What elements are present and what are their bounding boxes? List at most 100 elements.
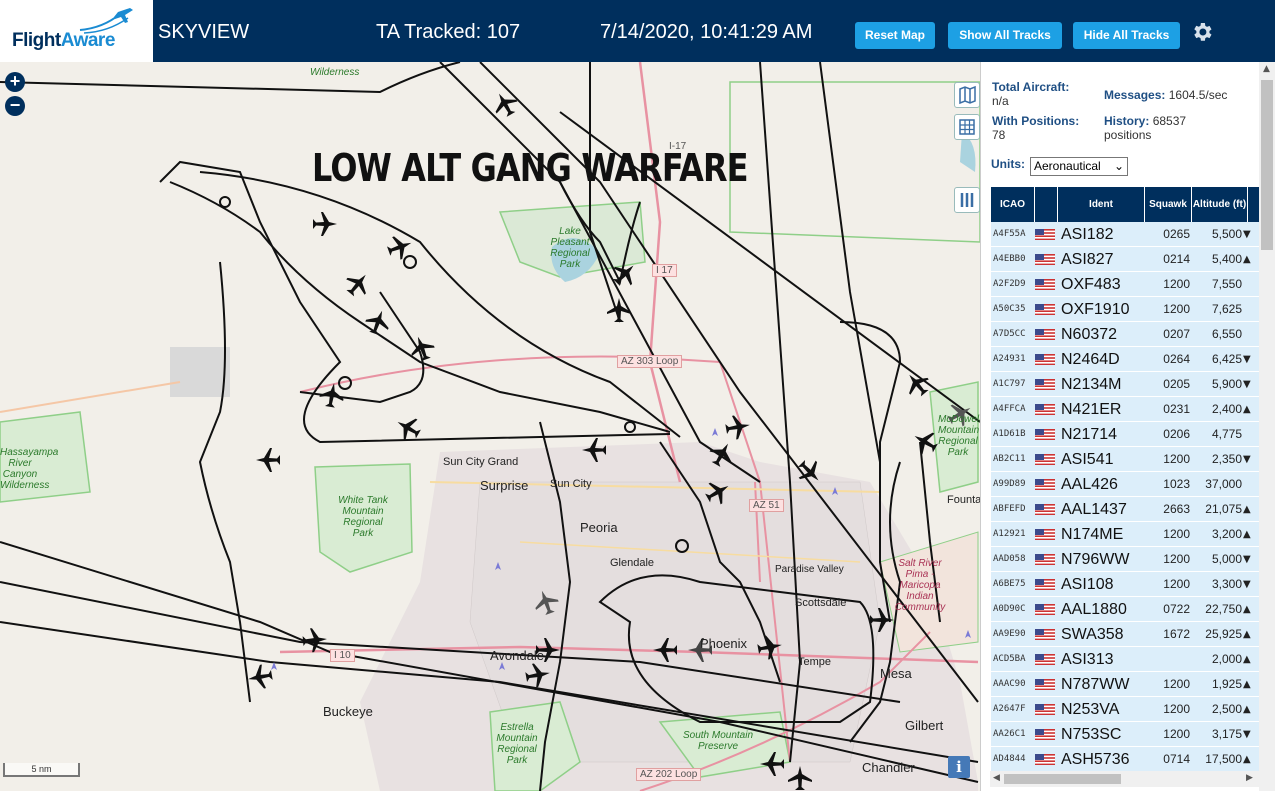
ident-cell: AAL1437 (1061, 501, 1127, 518)
table-row[interactable]: A7D5CC N60372 0207 6,550 (991, 322, 1261, 347)
squawk-cell: 1200 (1163, 452, 1190, 466)
icao-cell: A4EBB0 (993, 254, 1026, 264)
info-button[interactable]: i (948, 756, 970, 778)
total-aircraft-stat: Total Aircraft: n/a (992, 80, 1070, 108)
park-label: South Mountain Preserve (682, 730, 754, 752)
table-row[interactable]: AD4844 ASH5736 0714 17,500 ▲ (991, 747, 1261, 772)
logo-text: FlightAware (12, 30, 115, 51)
icao-cell: AA26C1 (993, 729, 1026, 739)
map-scale: 5 nm (3, 763, 80, 777)
show-all-tracks-button[interactable]: Show All Tracks (948, 22, 1062, 49)
table-row[interactable]: A50C35 OXF1910 1200 7,625 (991, 297, 1261, 322)
altitude-cell: 7,625 (1211, 302, 1242, 316)
horizontal-scrollbar[interactable]: ◀ ▶ (990, 771, 1259, 787)
us-flag-icon (1035, 379, 1055, 390)
us-flag-icon (1035, 404, 1055, 415)
park-label: Lake Pleasant Regional Park (550, 226, 590, 270)
ident-cell: ASI108 (1061, 576, 1114, 593)
table-row[interactable]: A12921 N174ME 1200 3,200 ▲ (991, 522, 1261, 547)
place-label: Paradise Valley (775, 564, 844, 575)
ident-cell: N253VA (1061, 701, 1120, 718)
us-flag-icon (1035, 579, 1055, 590)
park-label: Salt River Pima - Maricopa Indian Commun… (894, 558, 946, 613)
table-row[interactable]: AA26C1 N753SC 1200 3,175 ▼ (991, 722, 1261, 747)
map-view[interactable]: + − LOW ALT GANG WARFARE Sun City Grand … (0, 62, 980, 791)
table-row[interactable]: A4F55A ASI182 0265 5,500 ▼ (991, 222, 1261, 247)
us-flag-icon (1035, 354, 1055, 365)
altitude-trend-icon: ▲ (1243, 529, 1251, 540)
scroll-thumb[interactable] (1004, 774, 1121, 784)
squawk-cell: 0207 (1163, 327, 1190, 341)
table-row[interactable]: A99D89 AAL426 1023 37,000 (991, 472, 1261, 497)
scroll-up-icon[interactable]: ▲ (1263, 64, 1270, 74)
flightaware-logo[interactable]: FlightAware (0, 0, 153, 62)
altitude-cell: 6,550 (1211, 327, 1242, 341)
altitude-trend-icon: ▼ (1243, 229, 1251, 240)
table-row[interactable]: A1C797 N2134M 0205 5,900 ▼ (991, 372, 1261, 397)
altitude-trend-icon: ▼ (1243, 554, 1251, 565)
positions-stat: With Positions: 78 (992, 114, 1080, 142)
col-icao[interactable]: ICAO (991, 187, 1034, 222)
icao-cell: A2647F (993, 704, 1026, 714)
icao-cell: A1D61B (993, 429, 1026, 439)
table-row[interactable]: A4EBB0 ASI827 0214 5,400 ▲ (991, 247, 1261, 272)
table-row[interactable]: A1D61B N21714 0206 4,775 (991, 422, 1261, 447)
table-row[interactable]: AAAC90 N787WW 1200 1,925 ▲ (991, 672, 1261, 697)
park-label: Estrella Mountain Regional Park (496, 722, 538, 766)
altitude-trend-icon: ▲ (1243, 504, 1251, 515)
panel-toggle-button[interactable] (954, 187, 980, 213)
us-flag-icon (1035, 629, 1055, 640)
altitude-cell: 2,500 (1211, 702, 1242, 716)
altitude-cell: 4,775 (1211, 427, 1242, 441)
map-icon (959, 85, 976, 105)
hide-all-tracks-button[interactable]: Hide All Tracks (1073, 22, 1180, 49)
altitude-trend-icon: ▼ (1243, 379, 1251, 390)
altitude-cell: 2,350 (1211, 452, 1242, 466)
units-select[interactable]: Aeronautical ⌄ (1030, 157, 1128, 176)
table-row[interactable]: A4FFCA N421ER 0231 2,400 ▲ (991, 397, 1261, 422)
us-flag-icon (1035, 304, 1055, 315)
us-flag-icon (1035, 229, 1055, 240)
icao-cell: AA9E90 (993, 629, 1026, 639)
vertical-scrollbar[interactable]: ▲ (1259, 62, 1275, 791)
reset-map-button[interactable]: Reset Map (855, 22, 935, 49)
scroll-right-icon[interactable]: ▶ (1246, 773, 1253, 783)
table-row[interactable]: A6BE75 ASI108 1200 3,300 ▼ (991, 572, 1261, 597)
table-row[interactable]: A2F2D9 OXF483 1200 7,550 (991, 272, 1261, 297)
zoom-out-button[interactable]: − (5, 96, 25, 116)
table-row[interactable]: AB2C11 ASI541 1200 2,350 ▼ (991, 447, 1261, 472)
col-altitude[interactable]: Altitude (ft) (1192, 187, 1247, 222)
settings-gear-icon[interactable] (1190, 20, 1214, 44)
table-row[interactable]: ACD5BA ASI313 2,000 ▲ (991, 647, 1261, 672)
col-squawk[interactable]: Squawk (1145, 187, 1191, 222)
table-row[interactable]: A0D90C AAL1880 0722 22,750 ▲ (991, 597, 1261, 622)
ident-cell: OXF1910 (1061, 301, 1130, 318)
road-shield: AZ 202 Loop (636, 768, 702, 781)
zoom-in-button[interactable]: + (5, 72, 25, 92)
squawk-cell: 0206 (1163, 427, 1190, 441)
icao-cell: A12921 (993, 529, 1026, 539)
table-row[interactable]: A24931 N2464D 0264 6,425 ▼ (991, 347, 1261, 372)
messages-stat: Messages: 1604.5/sec (1104, 88, 1228, 102)
scroll-left-icon[interactable]: ◀ (993, 773, 1000, 783)
squawk-cell: 1200 (1163, 302, 1190, 316)
ident-cell: N787WW (1061, 676, 1130, 693)
table-row[interactable]: A2647F N253VA 1200 2,500 ▲ (991, 697, 1261, 722)
map-layers-button[interactable] (954, 82, 980, 108)
grid-toggle-button[interactable] (954, 114, 980, 140)
squawk-cell: 1200 (1163, 277, 1190, 291)
scroll-thumb[interactable] (1261, 80, 1273, 250)
place-label: Chandler (862, 760, 915, 775)
altitude-trend-icon: ▲ (1243, 754, 1251, 765)
col-ident[interactable]: Ident (1058, 187, 1144, 222)
altitude-cell: 3,300 (1211, 577, 1242, 591)
table-row[interactable]: AAD058 N796WW 1200 5,000 ▼ (991, 547, 1261, 572)
altitude-cell: 5,500 (1211, 227, 1242, 241)
squawk-cell: 0205 (1163, 377, 1190, 391)
table-row[interactable]: AA9E90 SWA358 1672 25,925 ▲ (991, 622, 1261, 647)
place-label: Scottsdale (795, 597, 847, 609)
col-flag[interactable] (1035, 187, 1057, 222)
altitude-trend-icon: ▼ (1243, 579, 1251, 590)
table-row[interactable]: ABFEFD AAL1437 2663 21,075 ▲ (991, 497, 1261, 522)
altitude-cell: 1,925 (1211, 677, 1242, 691)
